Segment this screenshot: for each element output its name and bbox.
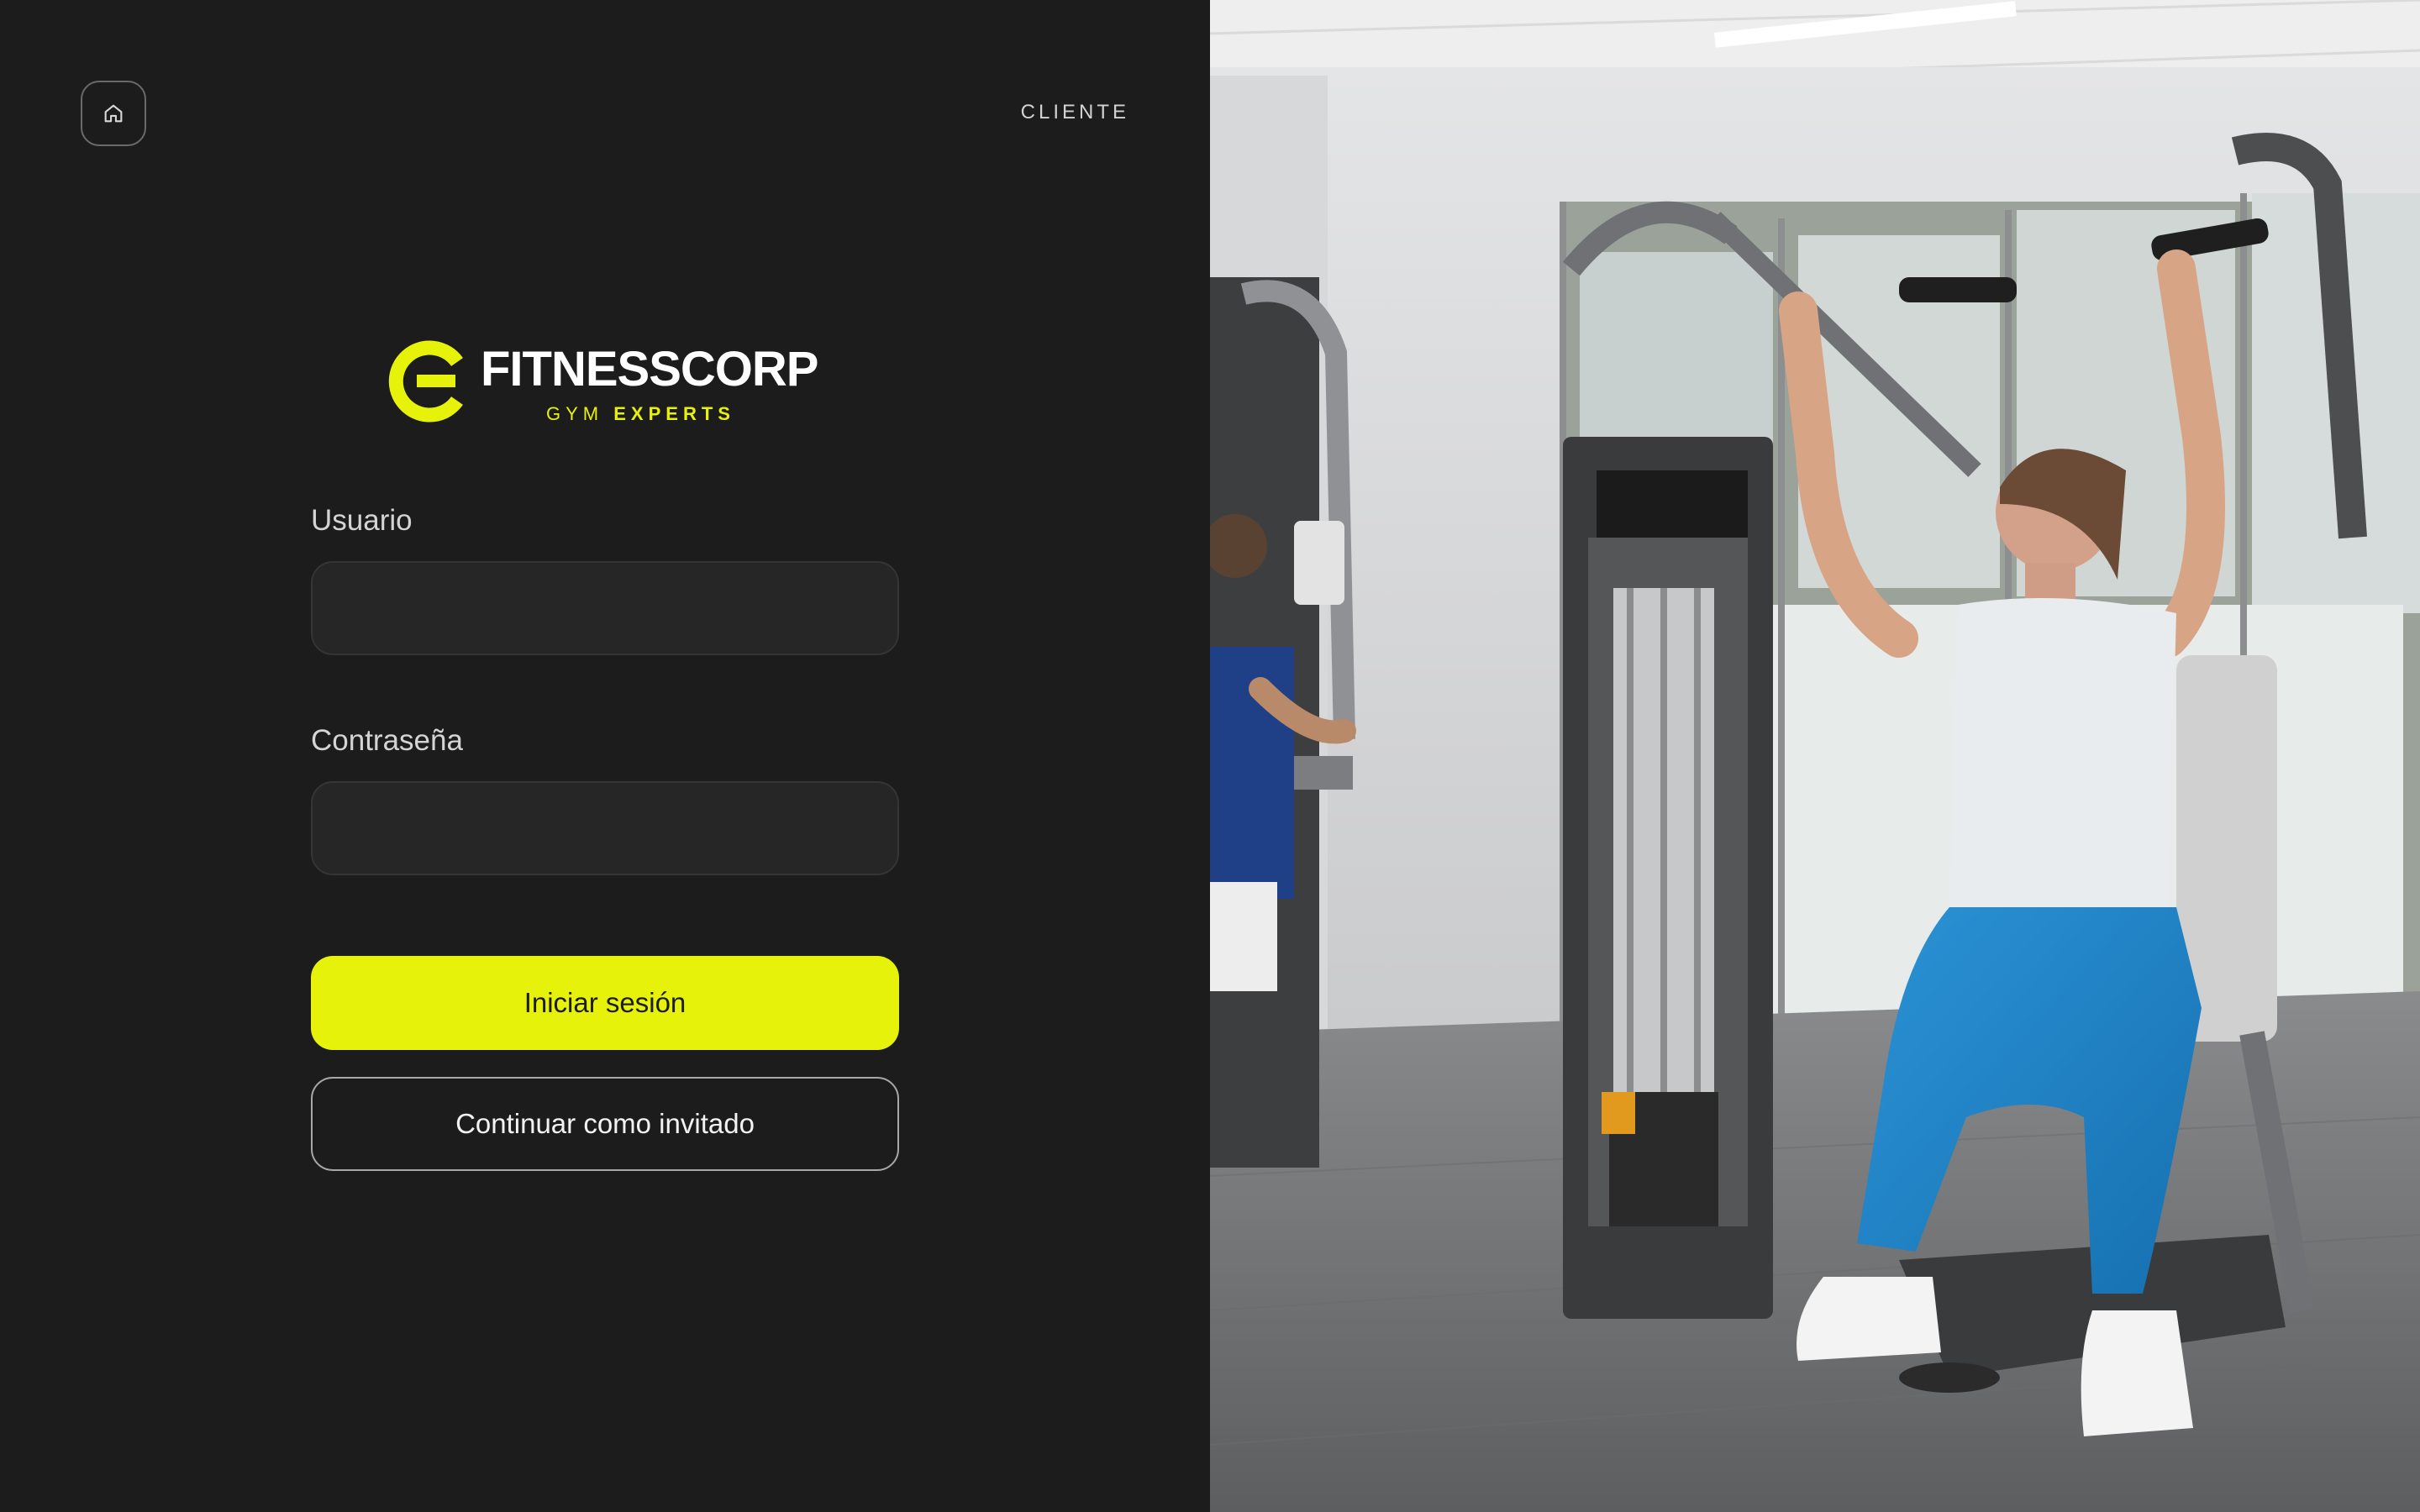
username-field[interactable]: [311, 561, 899, 655]
gym-scene-image: [1210, 0, 2420, 1512]
tagline-experts: EXPERTS: [613, 403, 735, 424]
guest-button[interactable]: Continuar como invitado: [311, 1077, 899, 1171]
username-label: Usuario: [311, 504, 413, 537]
role-label: CLIENTE: [1020, 101, 1129, 123]
home-icon: [104, 104, 123, 123]
username-input[interactable]: [313, 563, 897, 654]
brand-logo: FITNESSCORP GYM EXPERTS: [388, 339, 825, 425]
login-button[interactable]: Iniciar sesión: [311, 956, 899, 1050]
login-panel: CLIENTE FITNESSCORP GYM EXPERTS Usuario …: [0, 0, 1210, 1512]
tagline-gym: GYM: [546, 403, 604, 424]
home-button[interactable]: [81, 81, 146, 146]
password-field[interactable]: [311, 781, 899, 875]
password-label: Contraseña: [311, 724, 463, 757]
fitnesscorp-logo-mark: [388, 340, 463, 423]
gym-hero-photo: [1210, 0, 2420, 1512]
brand-tagline: GYM EXPERTS: [546, 403, 735, 425]
password-input[interactable]: [313, 783, 897, 874]
brand-name: FITNESSCORP: [481, 342, 818, 396]
